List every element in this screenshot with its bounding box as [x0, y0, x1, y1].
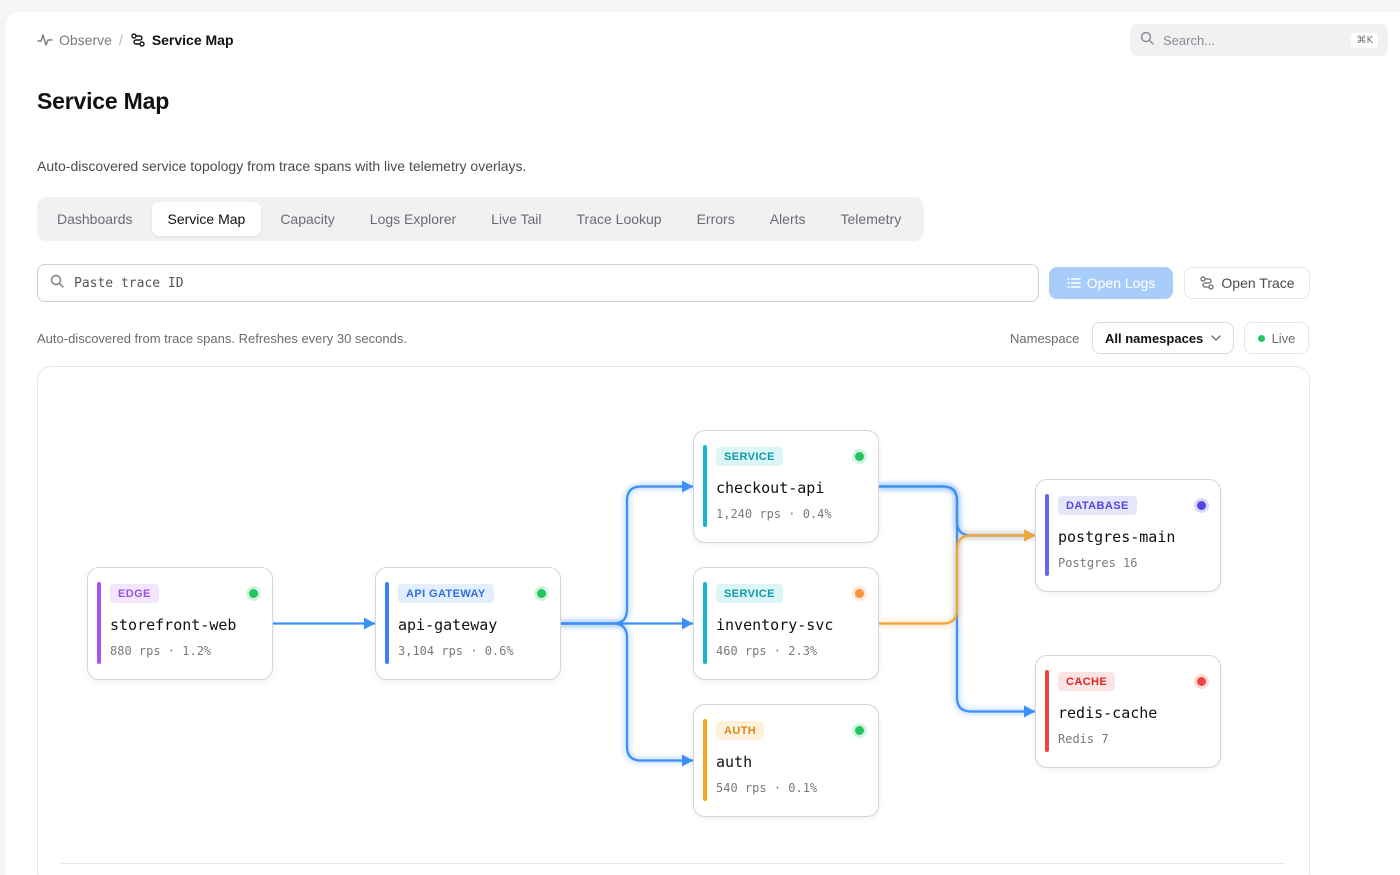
open-trace-button[interactable]: Open Trace — [1184, 267, 1310, 299]
node-status-dot — [249, 589, 258, 598]
trace-id-field[interactable]: Paste trace ID — [37, 264, 1039, 302]
node-metrics: 3,104 rps · 0.6% — [398, 644, 514, 658]
service-map-icon — [130, 32, 146, 48]
node-metrics: 460 rps · 2.3% — [716, 644, 818, 658]
edge-arrowhead — [1024, 705, 1035, 718]
node-metrics: 1,240 rps · 0.4% — [716, 507, 832, 521]
tab-trace-lookup[interactable]: Trace Lookup — [561, 202, 678, 236]
tab-service-map[interactable]: Service Map — [151, 202, 262, 236]
search-icon — [50, 274, 64, 293]
node-accent-bar — [1045, 670, 1049, 752]
node-name: checkout-api — [716, 479, 825, 497]
node-accent-bar — [703, 582, 707, 664]
node-kind-badge: EDGE — [110, 584, 159, 603]
node-status-dot — [537, 589, 546, 598]
service-node-storefront-web[interactable]: EDGE storefront-web 880 rps · 1.2% — [87, 567, 273, 680]
breadcrumb: Observe / Service Map — [37, 31, 234, 49]
open-logs-label: Open Logs — [1086, 275, 1156, 291]
edge-arrowhead — [682, 480, 693, 493]
page-title: Service Map — [37, 88, 170, 114]
service-node-inventory-svc[interactable]: SERVICE inventory-svc 460 rps · 2.3% — [693, 567, 879, 680]
edge-arrowhead — [1024, 529, 1035, 542]
node-status-dot — [855, 589, 864, 598]
service-map-canvas[interactable]: EDGE storefront-web 880 rps · 1.2% API GATE… — [37, 366, 1310, 875]
node-accent-bar — [385, 582, 389, 664]
chevron-down-icon — [1211, 335, 1221, 341]
edge-arrowhead — [364, 617, 375, 630]
global-search[interactable]: Search... ⌘K — [1130, 24, 1388, 56]
edge-arrowhead — [682, 617, 693, 630]
search-shortcut: ⌘K — [1351, 32, 1378, 48]
list-icon — [1067, 277, 1081, 289]
node-kind-badge: DATABASE — [1058, 496, 1137, 515]
edge-arrowhead — [682, 754, 693, 767]
node-accent-bar — [1045, 494, 1049, 576]
node-status-dot — [1197, 501, 1206, 510]
breadcrumb-parent[interactable]: Observe — [59, 32, 112, 48]
service-node-checkout-api[interactable]: SERVICE checkout-api 1,240 rps · 0.4% — [693, 430, 879, 543]
node-kind-badge: AUTH — [716, 721, 765, 740]
node-name: auth — [716, 753, 753, 771]
refresh-note: Auto-discovered from trace spans. Refres… — [37, 331, 407, 346]
service-node-postgres-main[interactable]: DATABASE postgres-main Postgres 16 — [1035, 479, 1221, 592]
breadcrumb-separator: / — [118, 32, 123, 48]
node-metrics: Redis 7 — [1058, 732, 1109, 746]
tab-telemetry[interactable]: Telemetry — [825, 202, 918, 236]
service-node-api-gateway[interactable]: API GATEWAY api-gateway 3,104 rps · 0.6% — [375, 567, 561, 680]
node-accent-bar — [703, 445, 707, 527]
node-metrics: Postgres 16 — [1058, 556, 1138, 570]
search-icon — [1140, 31, 1154, 50]
node-accent-bar — [97, 582, 101, 664]
live-dot — [1257, 334, 1265, 342]
tab-dashboards[interactable]: Dashboards — [41, 202, 149, 236]
tab-logs-explorer[interactable]: Logs Explorer — [354, 202, 472, 236]
node-kind-badge: SERVICE — [716, 584, 783, 603]
tab-bar: Dashboards Service Map Capacity Logs Exp… — [37, 197, 925, 241]
node-metrics: 540 rps · 0.1% — [716, 781, 818, 795]
namespace-value: All namespaces — [1105, 330, 1204, 346]
open-logs-button[interactable]: Open Logs — [1049, 267, 1173, 299]
tab-capacity[interactable]: Capacity — [264, 202, 350, 236]
service-node-auth[interactable]: AUTH auth 540 rps · 0.1% — [693, 704, 879, 817]
trace-id-input[interactable]: Paste trace ID — [74, 276, 184, 291]
tab-alerts[interactable]: Alerts — [754, 202, 822, 236]
node-accent-bar — [703, 719, 707, 801]
node-name: postgres-main — [1058, 528, 1176, 546]
node-metrics: 880 rps · 1.2% — [110, 644, 212, 658]
page-subtitle: Auto-discovered service topology from tr… — [37, 158, 527, 174]
search-input[interactable]: Search... — [1163, 33, 1351, 48]
node-status-dot — [1197, 677, 1206, 686]
namespace-select[interactable]: All namespaces — [1092, 322, 1234, 354]
node-name: inventory-svc — [716, 616, 834, 634]
live-label: Live — [1271, 330, 1296, 346]
node-name: redis-cache — [1058, 704, 1158, 722]
breadcrumb-current: Service Map — [151, 32, 234, 48]
node-kind-badge: CACHE — [1058, 672, 1116, 691]
route-icon — [1199, 275, 1215, 291]
node-status-dot — [855, 726, 864, 735]
activity-icon — [37, 32, 53, 48]
node-name: storefront-web — [110, 616, 237, 634]
service-node-redis-cache[interactable]: CACHE redis-cache Redis 7 — [1035, 655, 1221, 768]
open-trace-label: Open Trace — [1221, 275, 1295, 291]
node-kind-badge: SERVICE — [716, 447, 783, 466]
namespace-label: Namespace — [1010, 331, 1080, 346]
node-kind-badge: API GATEWAY — [398, 584, 494, 603]
live-toggle[interactable]: Live — [1244, 322, 1309, 354]
map-divider — [61, 863, 1285, 864]
edge-api-gateway-to-auth — [561, 621, 693, 763]
tab-live-tail[interactable]: Live Tail — [475, 202, 557, 236]
edge-inventory-svc-to-postgres-main — [879, 533, 1035, 626]
tab-errors[interactable]: Errors — [681, 202, 751, 236]
node-name: api-gateway — [398, 616, 498, 634]
node-status-dot — [855, 452, 864, 461]
edge-api-gateway-to-checkout-api — [561, 484, 693, 626]
